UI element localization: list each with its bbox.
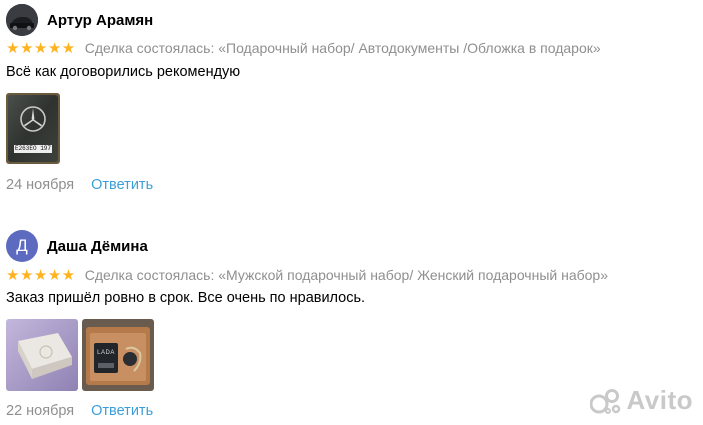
review-photo[interactable] [6,319,78,391]
review-text: Всё как договорились рекомендую [6,64,241,80]
reply-button[interactable]: Ответить [91,177,153,193]
gift-set-photo-icon [82,319,154,391]
watermark-text: Avito [626,385,693,415]
review-photo[interactable]: LADA [82,319,154,391]
review-author: Д Даша Дёмина [6,230,148,262]
review-text: Заказ пришёл ровно в срок. Все очень по … [6,290,366,306]
review-meta: 22 ноября Ответить [6,403,153,419]
license-plate-text: Е263ЕО 197 [14,145,51,152]
deal-info: Сделка состоялась: «Подарочный набор/ Ав… [84,40,601,56]
author-name[interactable]: Артур Арамян [47,12,153,29]
rating-line: ★★★★★ Сделка состоялась: «Мужской подаро… [6,266,608,284]
photo-label: LADA [97,350,115,356]
reply-button[interactable]: Ответить [91,403,153,419]
review-date: 22 ноября [6,403,75,419]
avatar[interactable]: Д [6,230,38,262]
review-photo[interactable]: Е263ЕО 197 [6,93,60,164]
gift-box-photo-icon [6,319,78,391]
star-rating: ★★★★★ [6,267,76,284]
avito-logo-icon [590,388,621,414]
review-date: 24 ноября [6,177,75,193]
author-name[interactable]: Даша Дёмина [47,238,148,255]
avito-watermark: Avito [590,385,693,416]
deal-info: Сделка состоялась: «Мужской подарочный н… [84,267,608,283]
avatar-letter: Д [16,236,28,255]
avatar[interactable] [6,4,38,36]
review-meta: 24 ноября Ответить [6,177,153,193]
car-photo-icon [6,4,38,36]
rating-line: ★★★★★ Сделка состоялась: «Подарочный наб… [6,39,601,57]
review-author: Артур Арамян [6,4,153,36]
star-rating: ★★★★★ [6,40,76,57]
